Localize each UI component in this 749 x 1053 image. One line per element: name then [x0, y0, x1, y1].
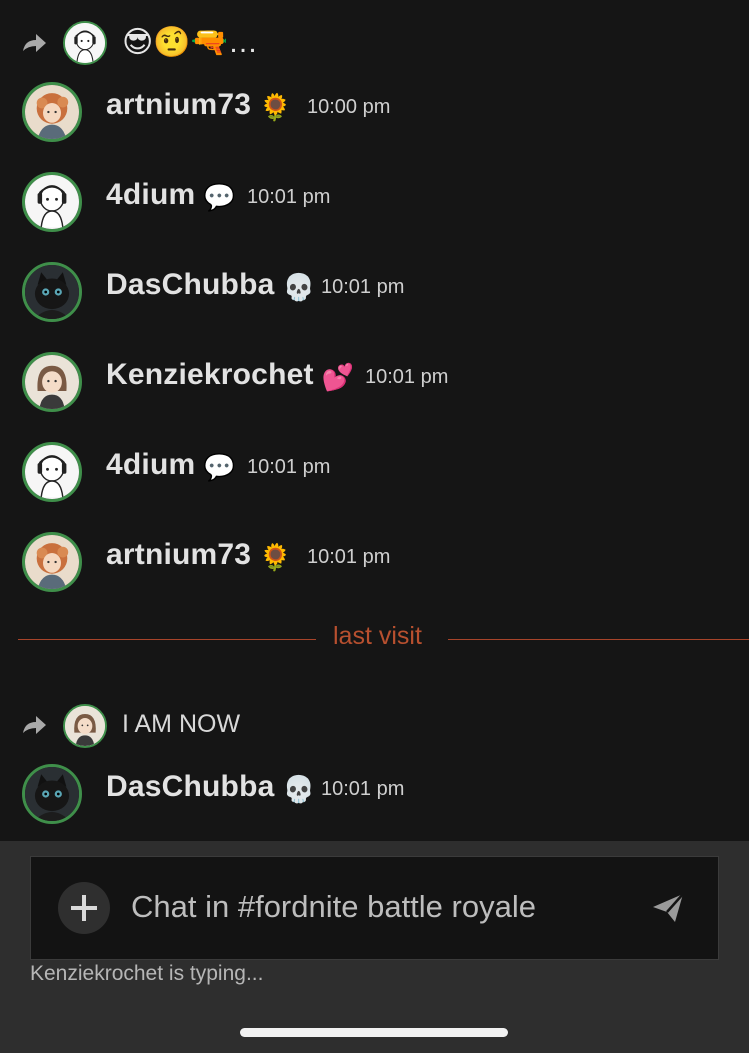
- message-header[interactable]: DasChubba 💀 10:01 pm: [0, 262, 749, 328]
- timestamp: 10:01 pm: [321, 276, 405, 298]
- username[interactable]: DasChubba 💀: [106, 268, 315, 303]
- chat-input[interactable]: Chat in #fordnite battle royale: [30, 856, 719, 960]
- timestamp: 10:01 pm: [321, 778, 405, 800]
- reply-avatar: [63, 21, 107, 65]
- user-avatar[interactable]: [22, 764, 82, 824]
- timestamp: 10:01 pm: [247, 186, 331, 208]
- divider-label: last visit: [333, 622, 422, 650]
- badge-icon: 💕: [321, 362, 355, 392]
- username[interactable]: 4dium 💬: [106, 448, 236, 483]
- last-visit-divider: last visit: [18, 622, 749, 656]
- message-header[interactable]: DasChubba 💀 10:01 pm: [0, 764, 749, 830]
- user-avatar[interactable]: [22, 442, 82, 502]
- badge-icon: 💬: [203, 452, 236, 482]
- user-avatar[interactable]: [22, 82, 82, 142]
- timestamp: 10:01 pm: [247, 456, 331, 478]
- divider-line-left: [18, 639, 316, 640]
- reply-arrow-icon: [23, 716, 46, 734]
- chat-input-placeholder[interactable]: Chat in #fordnite battle royale: [131, 889, 536, 925]
- badge-icon: 🌻: [259, 542, 292, 572]
- badge-icon: 💀: [282, 774, 316, 804]
- username[interactable]: artnium73 🌻: [106, 88, 292, 123]
- badge-icon: 🌻: [259, 92, 292, 122]
- timestamp: 10:01 pm: [307, 546, 391, 568]
- divider-line-right: [448, 639, 749, 640]
- username[interactable]: 4dium 💬: [106, 178, 236, 213]
- message-composer: Chat in #fordnite battle royale Kenziekr…: [0, 841, 749, 1053]
- username[interactable]: DasChubba 💀: [106, 770, 315, 805]
- username[interactable]: Kenziekrochet 💕: [106, 358, 354, 393]
- typing-indicator: Kenziekrochet is typing...: [30, 962, 264, 985]
- add-attachment-button[interactable]: [58, 882, 110, 934]
- timestamp: 10:00 pm: [307, 96, 391, 118]
- username[interactable]: artnium73 🌻: [106, 538, 292, 573]
- message-header[interactable]: artnium73 🌻 10:00 pm: [0, 82, 749, 148]
- reply-avatar: [63, 704, 107, 748]
- message-header[interactable]: Kenziekrochet 💕 10:01 pm: [0, 352, 749, 418]
- user-avatar[interactable]: [22, 172, 82, 232]
- message-header[interactable]: artnium73 🌻 10:01 pm: [0, 532, 749, 598]
- message-header[interactable]: 4dium 💬 10:01 pm: [0, 442, 749, 508]
- reply-preview[interactable]: 😎🤨🔫…: [0, 20, 749, 66]
- reply-preview[interactable]: I AM NOW: [0, 702, 749, 748]
- reply-text: 😎🤨🔫…: [122, 26, 258, 59]
- user-avatar[interactable]: [22, 532, 82, 592]
- timestamp: 10:01 pm: [365, 366, 449, 388]
- reply-arrow-icon: [23, 34, 46, 52]
- user-avatar[interactable]: [22, 262, 82, 322]
- send-icon[interactable]: [650, 891, 686, 925]
- home-indicator[interactable]: [240, 1028, 508, 1037]
- user-avatar[interactable]: [22, 352, 82, 412]
- badge-icon: 💬: [203, 182, 236, 212]
- message-header[interactable]: 4dium 💬 10:01 pm: [0, 172, 749, 238]
- badge-icon: 💀: [282, 272, 316, 302]
- reply-text: I AM NOW: [122, 710, 241, 738]
